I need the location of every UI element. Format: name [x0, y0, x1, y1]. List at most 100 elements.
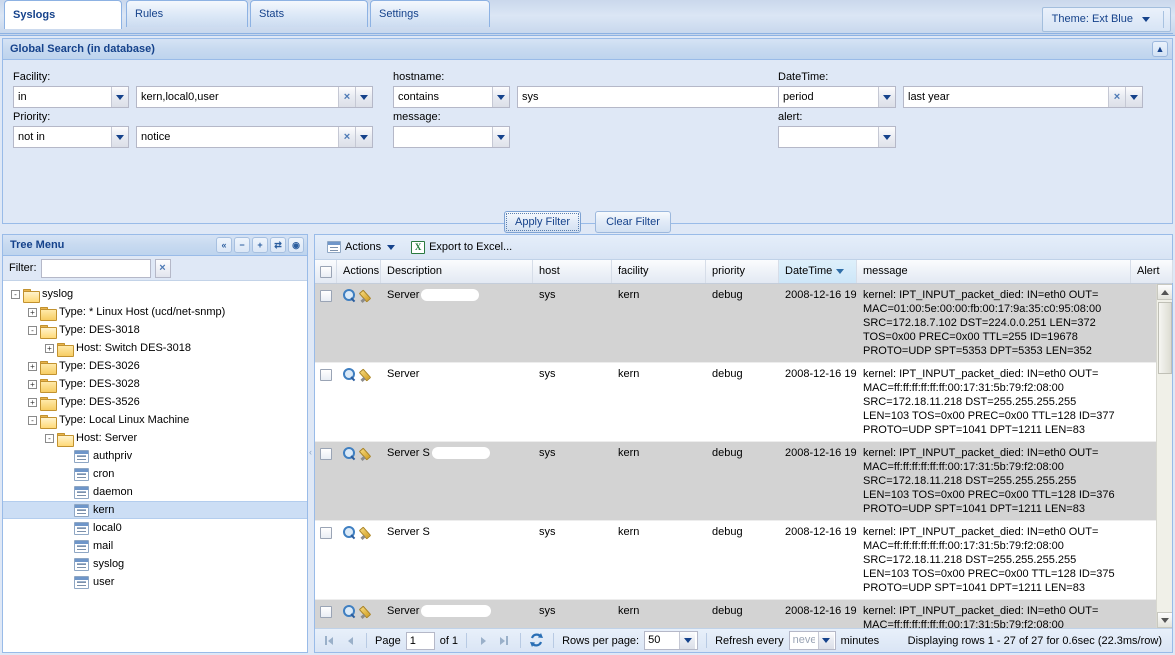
row-select-checkbox[interactable]: [320, 606, 332, 618]
export-to-excel-button[interactable]: X Export to Excel...: [405, 238, 518, 257]
refresh-icon[interactable]: ⇄: [270, 237, 286, 253]
expand-node-icon[interactable]: +: [45, 343, 54, 353]
select-all-checkbox[interactable]: [319, 265, 332, 278]
column-header-facility[interactable]: facility: [612, 260, 706, 283]
row-select-checkbox[interactable]: [320, 369, 332, 381]
view-details-icon[interactable]: [343, 526, 356, 539]
priority-value-trigger[interactable]: [355, 127, 372, 147]
expand-node-icon[interactable]: +: [28, 397, 37, 407]
collapse-node-icon[interactable]: -: [28, 415, 37, 425]
hostname-value-input[interactable]: [517, 86, 787, 108]
tree-node[interactable]: - Host: Server: [3, 429, 307, 447]
datetime-clear-icon[interactable]: ×: [1108, 87, 1125, 107]
minus-icon[interactable]: −: [234, 237, 250, 253]
tree-node[interactable]: authpriv: [3, 447, 307, 465]
column-header-message[interactable]: message: [857, 260, 1131, 283]
priority-clear-icon[interactable]: ×: [338, 127, 355, 147]
datetime-operator-combo[interactable]: [778, 86, 896, 108]
message-operator-input[interactable]: [394, 127, 492, 147]
priority-operator-combo[interactable]: [13, 126, 129, 148]
facility-operator-input[interactable]: [14, 87, 111, 107]
datetime-value-trigger[interactable]: [1125, 87, 1142, 107]
facility-value-input[interactable]: [137, 87, 338, 107]
rows-per-page-input[interactable]: [645, 632, 680, 649]
tree-node[interactable]: mail: [3, 537, 307, 555]
first-page-button[interactable]: [321, 633, 337, 649]
expand-node-icon[interactable]: +: [28, 307, 37, 317]
next-page-button[interactable]: [475, 633, 491, 649]
tree-node[interactable]: cron: [3, 465, 307, 483]
tree-node[interactable]: - Type: DES-3018: [3, 321, 307, 339]
priority-value-input[interactable]: [137, 127, 338, 147]
tab-settings[interactable]: Settings: [370, 0, 490, 27]
settings-icon[interactable]: ◉: [288, 237, 304, 253]
facility-value-combo[interactable]: ×: [136, 86, 373, 108]
scroll-down-icon[interactable]: [1157, 612, 1172, 628]
view-details-icon[interactable]: [343, 368, 356, 381]
column-header-check[interactable]: [315, 260, 337, 283]
view-details-icon[interactable]: [343, 447, 356, 460]
refresh-interval-combo[interactable]: [788, 631, 836, 650]
collapse-all-icon[interactable]: «: [216, 237, 232, 253]
tree-filter-input[interactable]: [40, 258, 151, 278]
priority-operator-input[interactable]: [14, 127, 111, 147]
edit-row-icon[interactable]: [360, 526, 373, 539]
facility-operator-combo[interactable]: [13, 86, 129, 108]
facility-value-trigger[interactable]: [355, 87, 372, 107]
column-header-actions[interactable]: Actions: [337, 260, 381, 283]
tree-node[interactable]: + Type: DES-3028: [3, 375, 307, 393]
expand-node-icon[interactable]: +: [28, 379, 37, 389]
tree-node[interactable]: + Type: DES-3026: [3, 357, 307, 375]
collapse-node-icon[interactable]: -: [11, 289, 20, 299]
facility-clear-icon[interactable]: ×: [338, 87, 355, 107]
message-operator-trigger[interactable]: [492, 127, 509, 147]
tree-node[interactable]: daemon: [3, 483, 307, 501]
edit-row-icon[interactable]: [360, 368, 373, 381]
refresh-interval-input[interactable]: [789, 632, 818, 649]
tree-node[interactable]: + Host: Switch DES-3018: [3, 339, 307, 357]
table-row[interactable]: Server sys kern debug 2008-12-16 19: kernel: …: [315, 363, 1156, 442]
collapse-node-icon[interactable]: -: [28, 325, 37, 335]
prev-page-button[interactable]: [342, 633, 358, 649]
hostname-operator-input[interactable]: [394, 87, 492, 107]
tab-syslogs[interactable]: Syslogs: [4, 0, 122, 29]
row-select-checkbox[interactable]: [320, 527, 332, 539]
refresh-icon[interactable]: [529, 633, 545, 648]
table-row[interactable]: Server S sys kern debug 2008-12-16 19: kernel…: [315, 521, 1156, 600]
tree-node[interactable]: kern: [3, 501, 307, 519]
tree-node[interactable]: - syslog: [3, 285, 307, 303]
rows-per-page-trigger[interactable]: [679, 632, 696, 649]
alert-trigger[interactable]: [878, 127, 895, 147]
tree-node[interactable]: local0: [3, 519, 307, 537]
message-operator-combo[interactable]: [393, 126, 510, 148]
datetime-operator-trigger[interactable]: [878, 87, 895, 107]
collapse-up-icon[interactable]: ▲: [1152, 41, 1168, 57]
view-details-icon[interactable]: [343, 605, 356, 618]
plus-icon[interactable]: +: [252, 237, 268, 253]
datetime-operator-input[interactable]: [779, 87, 878, 107]
scrollbar-thumb[interactable]: [1158, 302, 1172, 374]
tree-node[interactable]: - Type: Local Linux Machine: [3, 411, 307, 429]
tab-stats[interactable]: Stats: [250, 0, 368, 27]
priority-operator-trigger[interactable]: [111, 127, 128, 147]
tree-node[interactable]: + Type: DES-3526: [3, 393, 307, 411]
edit-row-icon[interactable]: [360, 605, 373, 618]
table-row[interactable]: Server sys kern debug 2008-12-16 19: kernel: …: [315, 600, 1156, 628]
refresh-interval-trigger[interactable]: [817, 632, 834, 649]
row-select-checkbox[interactable]: [320, 290, 332, 302]
row-select-checkbox[interactable]: [320, 448, 332, 460]
hostname-operator-combo[interactable]: [393, 86, 510, 108]
tree-filter-clear-icon[interactable]: ×: [154, 258, 171, 278]
scroll-up-icon[interactable]: [1157, 284, 1172, 300]
tree-grid-splitter[interactable]: ‹: [308, 440, 313, 464]
grid-vertical-scrollbar[interactable]: [1156, 284, 1172, 628]
tree-node[interactable]: + Type: * Linux Host (ucd/net-snmp): [3, 303, 307, 321]
tree-node[interactable]: syslog: [3, 555, 307, 573]
column-header-priority[interactable]: priority: [706, 260, 779, 283]
rows-per-page-combo[interactable]: [644, 631, 699, 650]
facility-operator-trigger[interactable]: [111, 87, 128, 107]
view-details-icon[interactable]: [343, 289, 356, 302]
actions-menu-button[interactable]: Actions: [321, 238, 401, 256]
column-header-alert[interactable]: Alert: [1131, 260, 1173, 283]
last-page-button[interactable]: [496, 633, 512, 649]
